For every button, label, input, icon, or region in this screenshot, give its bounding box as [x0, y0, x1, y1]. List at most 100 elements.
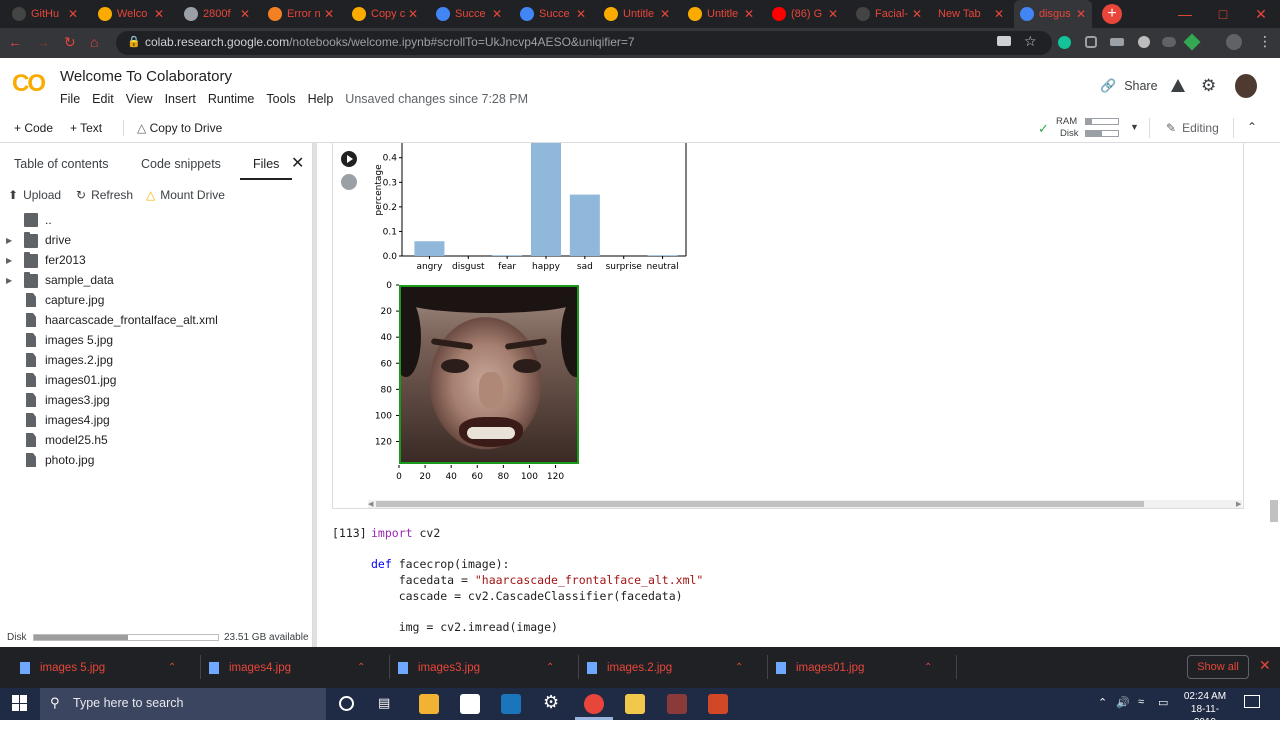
download-item[interactable]: images 5.jpg ⌃ [20, 647, 190, 688]
menu-insert[interactable]: Insert [165, 92, 196, 106]
tab-files[interactable]: Files [253, 157, 279, 171]
close-tab-icon[interactable]: ✕ [994, 7, 1004, 21]
browser-tab[interactable]: disgus ✕ [1014, 0, 1092, 28]
expand-icon[interactable]: ▶ [6, 276, 16, 285]
menu-tools[interactable]: Tools [266, 92, 295, 106]
close-tab-icon[interactable]: ✕ [154, 7, 164, 21]
close-tab-icon[interactable]: ✕ [324, 7, 334, 21]
download-options-icon[interactable]: ⌃ [735, 662, 743, 673]
close-tab-icon[interactable]: ✕ [492, 7, 502, 21]
home-icon[interactable]: ⌂ [90, 34, 98, 50]
copy-to-drive-button[interactable]: △ Copy to Drive [137, 121, 222, 135]
file-item[interactable]: haarcascade_frontalface_alt.xml [0, 310, 310, 330]
close-panel-icon[interactable]: ✕ [291, 153, 304, 173]
mail-icon[interactable] [460, 694, 480, 714]
reload-icon[interactable]: ↻ [64, 34, 76, 51]
grammarly-icon[interactable] [1058, 36, 1071, 49]
cloud-icon[interactable] [1162, 37, 1176, 47]
show-all-button[interactable]: Show all [1187, 655, 1249, 679]
profile-avatar[interactable] [1226, 34, 1242, 50]
download-options-icon[interactable]: ⌃ [168, 662, 176, 673]
chevron-down-icon[interactable]: ▼ [1130, 122, 1139, 132]
file-item[interactable]: photo.jpg [0, 450, 310, 470]
file-item[interactable]: images4.jpg [0, 410, 310, 430]
extension-icon[interactable] [1110, 38, 1124, 46]
add-code-button[interactable]: + Code [14, 121, 53, 135]
close-tab-icon[interactable]: ✕ [68, 7, 78, 21]
browser-tab[interactable]: GitHu ✕ [6, 0, 84, 28]
url-text[interactable]: colab.research.google.com/notebooks/welc… [145, 35, 635, 49]
notifications-icon[interactable] [1244, 695, 1260, 708]
browser-tab[interactable]: 2800f ✕ [178, 0, 256, 28]
browser-tab[interactable]: Succe ✕ [430, 0, 508, 28]
flask-icon[interactable] [1171, 79, 1185, 92]
menu-file[interactable]: File [60, 92, 80, 106]
browser-tab[interactable]: Copy c ✕ [346, 0, 424, 28]
taskbar-clock[interactable]: 02:24 AM 18-11-2019 [1180, 690, 1230, 729]
download-item[interactable]: images.2.jpg ⌃ [587, 647, 757, 688]
more-icon[interactable]: ⋮ [1258, 33, 1272, 50]
close-tab-icon[interactable]: ✕ [744, 7, 754, 21]
app-icon[interactable] [501, 694, 521, 714]
close-tab-icon[interactable]: ✕ [408, 7, 418, 21]
file-explorer-icon[interactable] [625, 694, 645, 714]
unsaved-status[interactable]: Unsaved changes since 7:28 PM [345, 92, 528, 106]
extension-icon[interactable] [1138, 36, 1150, 48]
download-item[interactable]: images4.jpg ⌃ [209, 647, 379, 688]
browser-tab[interactable]: New Tab ✕ [932, 0, 1010, 28]
maximize-button[interactable]: □ [1204, 0, 1242, 28]
download-options-icon[interactable]: ⌃ [546, 662, 554, 673]
editing-mode-button[interactable]: ✎ Editing [1166, 121, 1219, 135]
close-tab-icon[interactable]: ✕ [240, 7, 250, 21]
file-item[interactable]: images01.jpg [0, 370, 310, 390]
account-avatar[interactable] [1235, 74, 1257, 98]
colab-logo[interactable]: CO [12, 70, 48, 97]
camera-icon[interactable] [997, 36, 1011, 46]
cortana-icon[interactable] [339, 696, 354, 711]
extension-icon[interactable] [1085, 36, 1097, 48]
add-text-button[interactable]: + Text [70, 121, 102, 135]
back-icon[interactable]: ← [8, 34, 22, 50]
share-button[interactable]: 🔗 Share [1100, 78, 1158, 94]
file-item[interactable]: images.2.jpg [0, 350, 310, 370]
battery-icon[interactable]: ▭ [1158, 696, 1168, 709]
winrar-icon[interactable] [667, 694, 687, 714]
download-item[interactable]: images3.jpg ⌃ [398, 647, 568, 688]
menu-view[interactable]: View [126, 92, 153, 106]
close-tab-icon[interactable]: ✕ [660, 7, 670, 21]
tab-table-of-contents[interactable]: Table of contents [14, 157, 109, 171]
star-icon[interactable]: ☆ [1024, 33, 1037, 50]
download-options-icon[interactable]: ⌃ [924, 662, 932, 673]
scroll-right-icon[interactable]: ▶ [1236, 500, 1241, 508]
mount-drive-button[interactable]: △ Mount Drive [146, 188, 225, 202]
notebook-title[interactable]: Welcome To Colaboratory [60, 68, 232, 85]
gear-icon[interactable]: ⚙ [1201, 76, 1216, 96]
menu-edit[interactable]: Edit [92, 92, 114, 106]
browser-tab[interactable]: Untitle ✕ [682, 0, 760, 28]
chrome-icon[interactable] [584, 694, 604, 714]
browser-tab[interactable]: Error n ✕ [262, 0, 340, 28]
new-tab-button[interactable]: + [1102, 4, 1122, 24]
ram-meter[interactable] [1085, 118, 1119, 125]
scroll-left-icon[interactable]: ◀ [368, 500, 373, 508]
file-item[interactable]: capture.jpg [0, 290, 310, 310]
tab-code-snippets[interactable]: Code snippets [141, 157, 221, 171]
browser-tab[interactable]: Untitle ✕ [598, 0, 676, 28]
browser-tab[interactable]: Facial- ✕ [850, 0, 928, 28]
settings-icon[interactable]: ⚙ [543, 692, 559, 713]
scrollbar-thumb[interactable] [376, 501, 1144, 507]
forward-icon[interactable]: → [36, 34, 50, 50]
browser-tab[interactable]: Welco ✕ [92, 0, 170, 28]
file-item[interactable]: model25.h5 [0, 430, 310, 450]
vertical-scrollbar-thumb[interactable] [1270, 500, 1278, 522]
close-shelf-icon[interactable]: ✕ [1259, 657, 1271, 674]
close-tab-icon[interactable]: ✕ [1076, 7, 1086, 21]
windows-start-icon[interactable] [12, 695, 28, 711]
volume-icon[interactable]: 🔊 [1116, 696, 1130, 709]
close-tab-icon[interactable]: ✕ [912, 7, 922, 21]
tray-chevron-icon[interactable]: ⌃ [1098, 696, 1107, 709]
download-options-icon[interactable]: ⌃ [357, 662, 365, 673]
file-item[interactable]: images 5.jpg [0, 330, 310, 350]
chevron-up-icon[interactable]: ⌃ [1247, 120, 1257, 134]
wifi-icon[interactable]: ≈ [1138, 696, 1144, 708]
